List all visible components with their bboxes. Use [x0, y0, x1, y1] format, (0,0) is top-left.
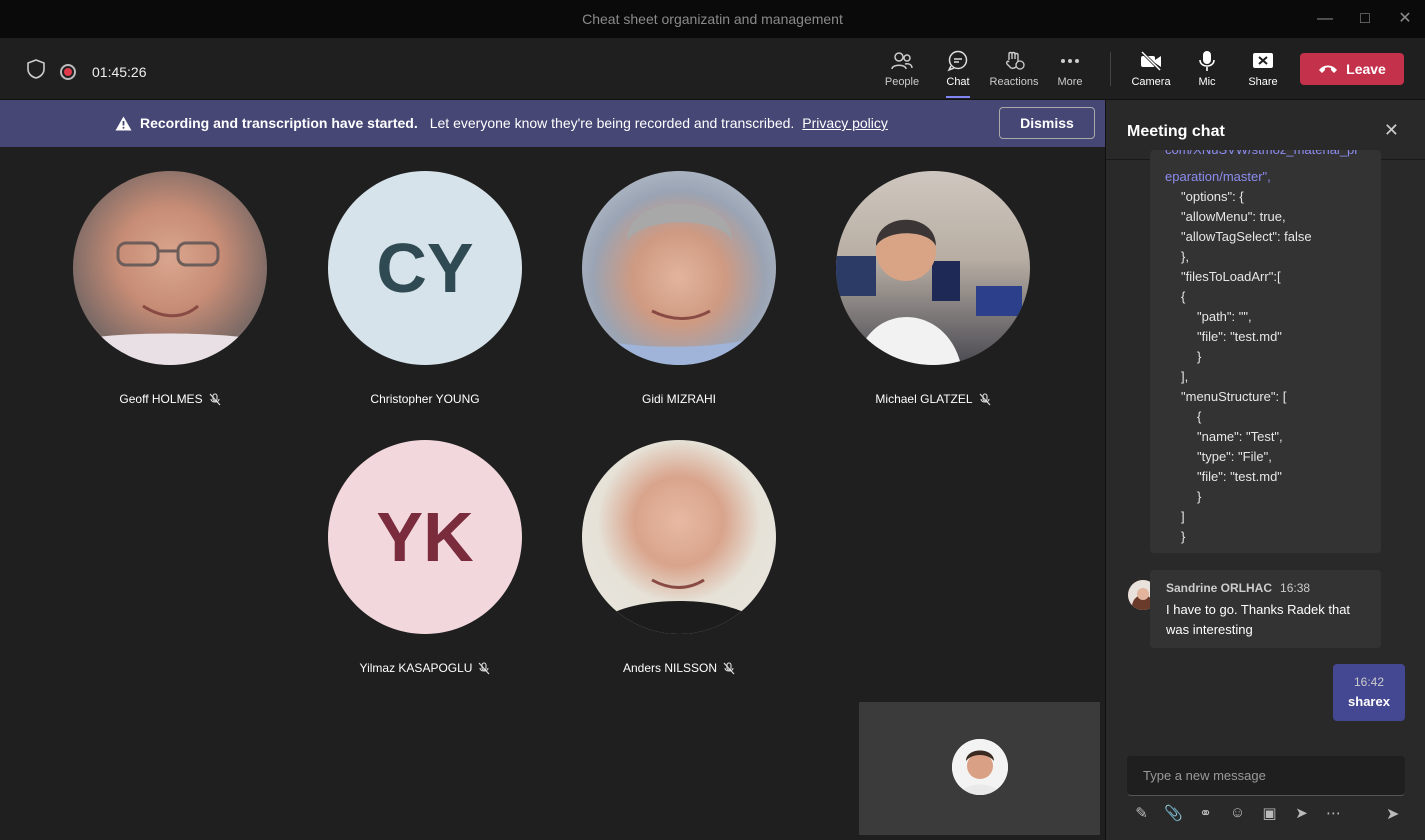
share-icon — [1253, 53, 1273, 68]
code-line: "type": "File", — [1197, 449, 1272, 464]
participant-tile[interactable]: Michael GLATZEL — [823, 171, 1043, 406]
code-line: { — [1197, 409, 1202, 424]
window-title: Cheat sheet organizatin and management — [582, 11, 843, 27]
compose-toolbar: ✎ 📎 ⚭ ☺ ▣ ➤ ⋯ — [1132, 804, 1343, 826]
camera-button[interactable]: Camera — [1123, 48, 1179, 94]
code-line: "path": "", — [1197, 309, 1252, 324]
message-time: 16:38 — [1280, 581, 1311, 595]
participant-name: Geoff HOLMES — [119, 392, 203, 406]
mic-muted-icon — [209, 392, 221, 405]
code-line: "options": { — [1181, 189, 1244, 204]
avatar: CY — [328, 171, 522, 365]
code-message: com/XNuSVW/stmoz_material_pr eparation/m… — [1150, 150, 1381, 553]
camera-off-icon — [1140, 50, 1162, 72]
sticker-icon[interactable]: ▣ — [1260, 804, 1279, 826]
participant-tile[interactable]: Anders NILSSON — [569, 440, 789, 675]
warning-icon — [115, 116, 132, 130]
more-button[interactable]: More — [1042, 48, 1098, 94]
send-icon[interactable]: ➤ — [1386, 804, 1399, 824]
dismiss-button[interactable]: Dismiss — [999, 107, 1095, 139]
code-line: eparation/master", — [1165, 169, 1271, 184]
code-line: "name": "Test", — [1197, 429, 1283, 444]
code-line: } — [1197, 489, 1202, 504]
close-icon[interactable]: ✕ — [1384, 120, 1399, 141]
mic-icon — [1199, 51, 1215, 71]
avatar — [73, 171, 267, 365]
chat-message: Sandrine ORLHAC 16:38 I have to go. Thank… — [1150, 570, 1381, 648]
people-button[interactable]: People — [874, 48, 930, 94]
banner-text: Let everyone know they're being recorded… — [429, 115, 795, 131]
minimize-icon[interactable]: — — [1314, 8, 1336, 30]
code-line: "allowTagSelect": false — [1181, 229, 1312, 244]
message-author: Sandrine ORLHAC — [1166, 581, 1273, 595]
compose-box[interactable] — [1127, 756, 1405, 796]
participant-tile[interactable]: Gidi MIZRAHI — [569, 171, 789, 406]
chat-icon — [947, 50, 968, 72]
code-line: "filesToLoadArr":[ — [1181, 269, 1281, 284]
code-line: "menuStructure": [ — [1181, 389, 1287, 404]
self-video-tile[interactable] — [859, 702, 1100, 835]
title-bar: Cheat sheet organizatin and management —… — [0, 0, 1425, 38]
participant-name: Yilmaz KASAPOGLU — [359, 661, 473, 675]
message-text: sharex — [1348, 694, 1390, 709]
participant-tile[interactable]: YK Yilmaz KASAPOGLU — [315, 440, 535, 675]
self-avatar — [952, 739, 1008, 795]
shield-icon[interactable] — [26, 58, 46, 85]
loop-icon[interactable]: ⚭ — [1196, 804, 1215, 826]
reactions-button[interactable]: Reactions — [986, 48, 1042, 94]
code-line: { — [1181, 289, 1186, 304]
chat-button[interactable]: Chat — [930, 48, 986, 98]
banner-bold-text: Recording and transcription have started… — [140, 115, 418, 131]
mic-button[interactable]: Mic — [1179, 48, 1235, 94]
participant-name: Michael GLATZEL — [875, 392, 973, 406]
code-line: "file": "test.md" — [1197, 469, 1282, 484]
participant-name: Anders NILSSON — [622, 661, 718, 675]
avatar — [582, 440, 776, 634]
recording-banner: Recording and transcription have started… — [0, 100, 1105, 147]
hang-up-icon — [1319, 65, 1338, 73]
recording-icon — [60, 63, 76, 80]
privacy-policy-link[interactable]: Privacy policy — [802, 115, 888, 131]
message-time: 16:42 — [1353, 675, 1385, 689]
video-stage: Geoff HOLMES CY Christopher YOUNG Gidi M… — [0, 147, 1105, 840]
code-line: } — [1181, 529, 1186, 544]
avatar — [582, 171, 776, 365]
schedule-icon[interactable]: ➤ — [1292, 804, 1311, 826]
avatar — [836, 171, 1030, 365]
maximize-icon[interactable]: □ — [1354, 8, 1376, 30]
code-line: ] — [1181, 509, 1185, 524]
leave-button[interactable]: Leave — [1300, 53, 1404, 85]
reactions-icon — [1006, 51, 1025, 70]
code-line: "file": "test.md" — [1197, 329, 1282, 344]
participant-tile[interactable]: Geoff HOLMES — [60, 171, 280, 406]
share-button[interactable]: Share — [1235, 48, 1291, 94]
message-input[interactable] — [1127, 756, 1405, 795]
participant-name: Gidi MIZRAHI — [641, 392, 716, 406]
my-chat-message: 16:42 sharex — [1333, 664, 1405, 721]
message-text: I have to go. Thanks Radek that was inte… — [1166, 602, 1351, 637]
code-line: } — [1197, 349, 1202, 364]
attach-icon[interactable]: 📎 — [1164, 804, 1183, 826]
code-line: ], — [1181, 369, 1189, 384]
more-options-icon[interactable]: ⋯ — [1324, 804, 1343, 826]
code-line: }, — [1181, 249, 1189, 264]
close-window-icon[interactable]: ✕ — [1394, 8, 1416, 30]
participant-name: Christopher YOUNG — [370, 392, 480, 406]
format-icon[interactable]: ✎ — [1132, 804, 1151, 826]
participant-tile[interactable]: CY Christopher YOUNG — [315, 171, 535, 406]
people-icon — [891, 52, 913, 70]
more-icon — [1061, 59, 1079, 63]
mic-muted-icon — [479, 661, 490, 674]
toolbar-divider — [1110, 52, 1111, 86]
emoji-icon[interactable]: ☺ — [1228, 804, 1247, 826]
meeting-timer: 01:45:26 — [92, 63, 147, 80]
meeting-chat-panel: Meeting chat ✕ com/XNuSVW/stmoz_material… — [1105, 100, 1425, 840]
code-line: "allowMenu": true, — [1181, 209, 1286, 224]
avatar: YK — [328, 440, 522, 634]
chat-title: Meeting chat — [1127, 123, 1225, 140]
meeting-toolbar: 01:45:26 People Chat Reactions More Came… — [0, 38, 1425, 100]
mic-muted-icon — [979, 392, 991, 405]
mic-muted-icon — [723, 661, 735, 674]
